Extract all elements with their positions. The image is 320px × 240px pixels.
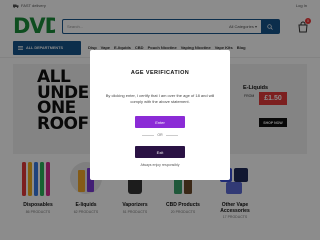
modal-title: AGE VERIFICATION: [130, 70, 190, 76]
exit-button[interactable]: Exit: [135, 146, 185, 158]
responsibility-note: Always enjoy responsibly: [140, 163, 180, 167]
or-divider: OR: [90, 133, 230, 137]
modal-message: By clicking enter, I certify that I am o…: [105, 93, 215, 104]
enter-button[interactable]: Enter: [135, 116, 185, 128]
or-divider-label: OR: [157, 133, 163, 137]
age-verification-modal: AGE VERIFICATION By clicking enter, I ce…: [90, 50, 230, 180]
